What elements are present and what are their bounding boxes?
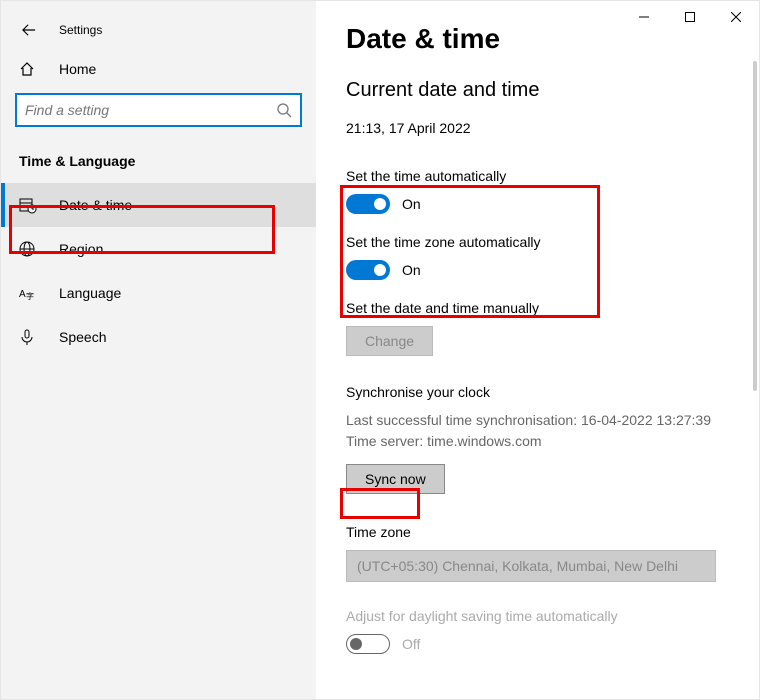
minimize-button[interactable] [621,1,667,33]
svg-text:A: A [19,289,26,300]
svg-text:字: 字 [26,291,34,301]
nav-item-label: Date & time [59,197,132,213]
change-button: Change [346,326,433,356]
nav-item-speech[interactable]: Speech [1,315,316,359]
back-button[interactable] [15,16,43,44]
tz-header: Time zone [346,524,759,540]
manual-label: Set the date and time manually [346,300,759,316]
microphone-icon [19,327,39,347]
nav-item-label: Region [59,241,103,257]
timezone-value: (UTC+05:30) Chennai, Kolkata, Mumbai, Ne… [357,558,678,574]
auto-time-toggle[interactable] [346,194,390,214]
nav-item-language[interactable]: A字 Language [1,271,316,315]
auto-time-label: Set the time automatically [346,168,759,184]
auto-tz-toggle[interactable] [346,260,390,280]
dst-toggle [346,634,390,654]
dst-label: Adjust for daylight saving time automati… [346,608,759,624]
nav-item-date-time[interactable]: Date & time [1,183,316,227]
scrollbar[interactable] [753,61,757,391]
sync-last: Last successful time synchronisation: 16… [346,410,759,431]
nav-item-label: Language [59,285,121,301]
dst-state: Off [402,636,420,652]
home-icon [19,61,39,77]
timezone-select: (UTC+05:30) Chennai, Kolkata, Mumbai, Ne… [346,550,716,582]
window-title: Settings [59,23,102,37]
subtitle: Current date and time [346,79,759,102]
back-arrow-icon [22,23,36,37]
auto-time-state: On [402,196,421,212]
close-icon [731,12,741,22]
sync-server: Time server: time.windows.com [346,431,759,452]
maximize-icon [685,12,695,22]
maximize-button[interactable] [667,1,713,33]
date-time-icon [19,195,39,215]
sync-now-button[interactable]: Sync now [346,464,445,494]
minimize-icon [639,12,649,22]
search-icon [276,102,292,118]
auto-tz-state: On [402,262,421,278]
auto-tz-label: Set the time zone automatically [346,234,759,250]
search-box[interactable] [15,93,302,127]
search-input[interactable] [25,102,276,118]
nav-home[interactable]: Home [1,51,316,87]
nav-item-region[interactable]: Region [1,227,316,271]
category-header: Time & Language [1,143,316,183]
nav-item-label: Speech [59,329,106,345]
sync-header: Synchronise your clock [346,384,759,400]
globe-icon [19,239,39,259]
language-icon: A字 [19,283,39,303]
current-datetime: 21:13, 17 April 2022 [346,120,759,136]
nav-home-label: Home [59,61,96,77]
close-button[interactable] [713,1,759,33]
